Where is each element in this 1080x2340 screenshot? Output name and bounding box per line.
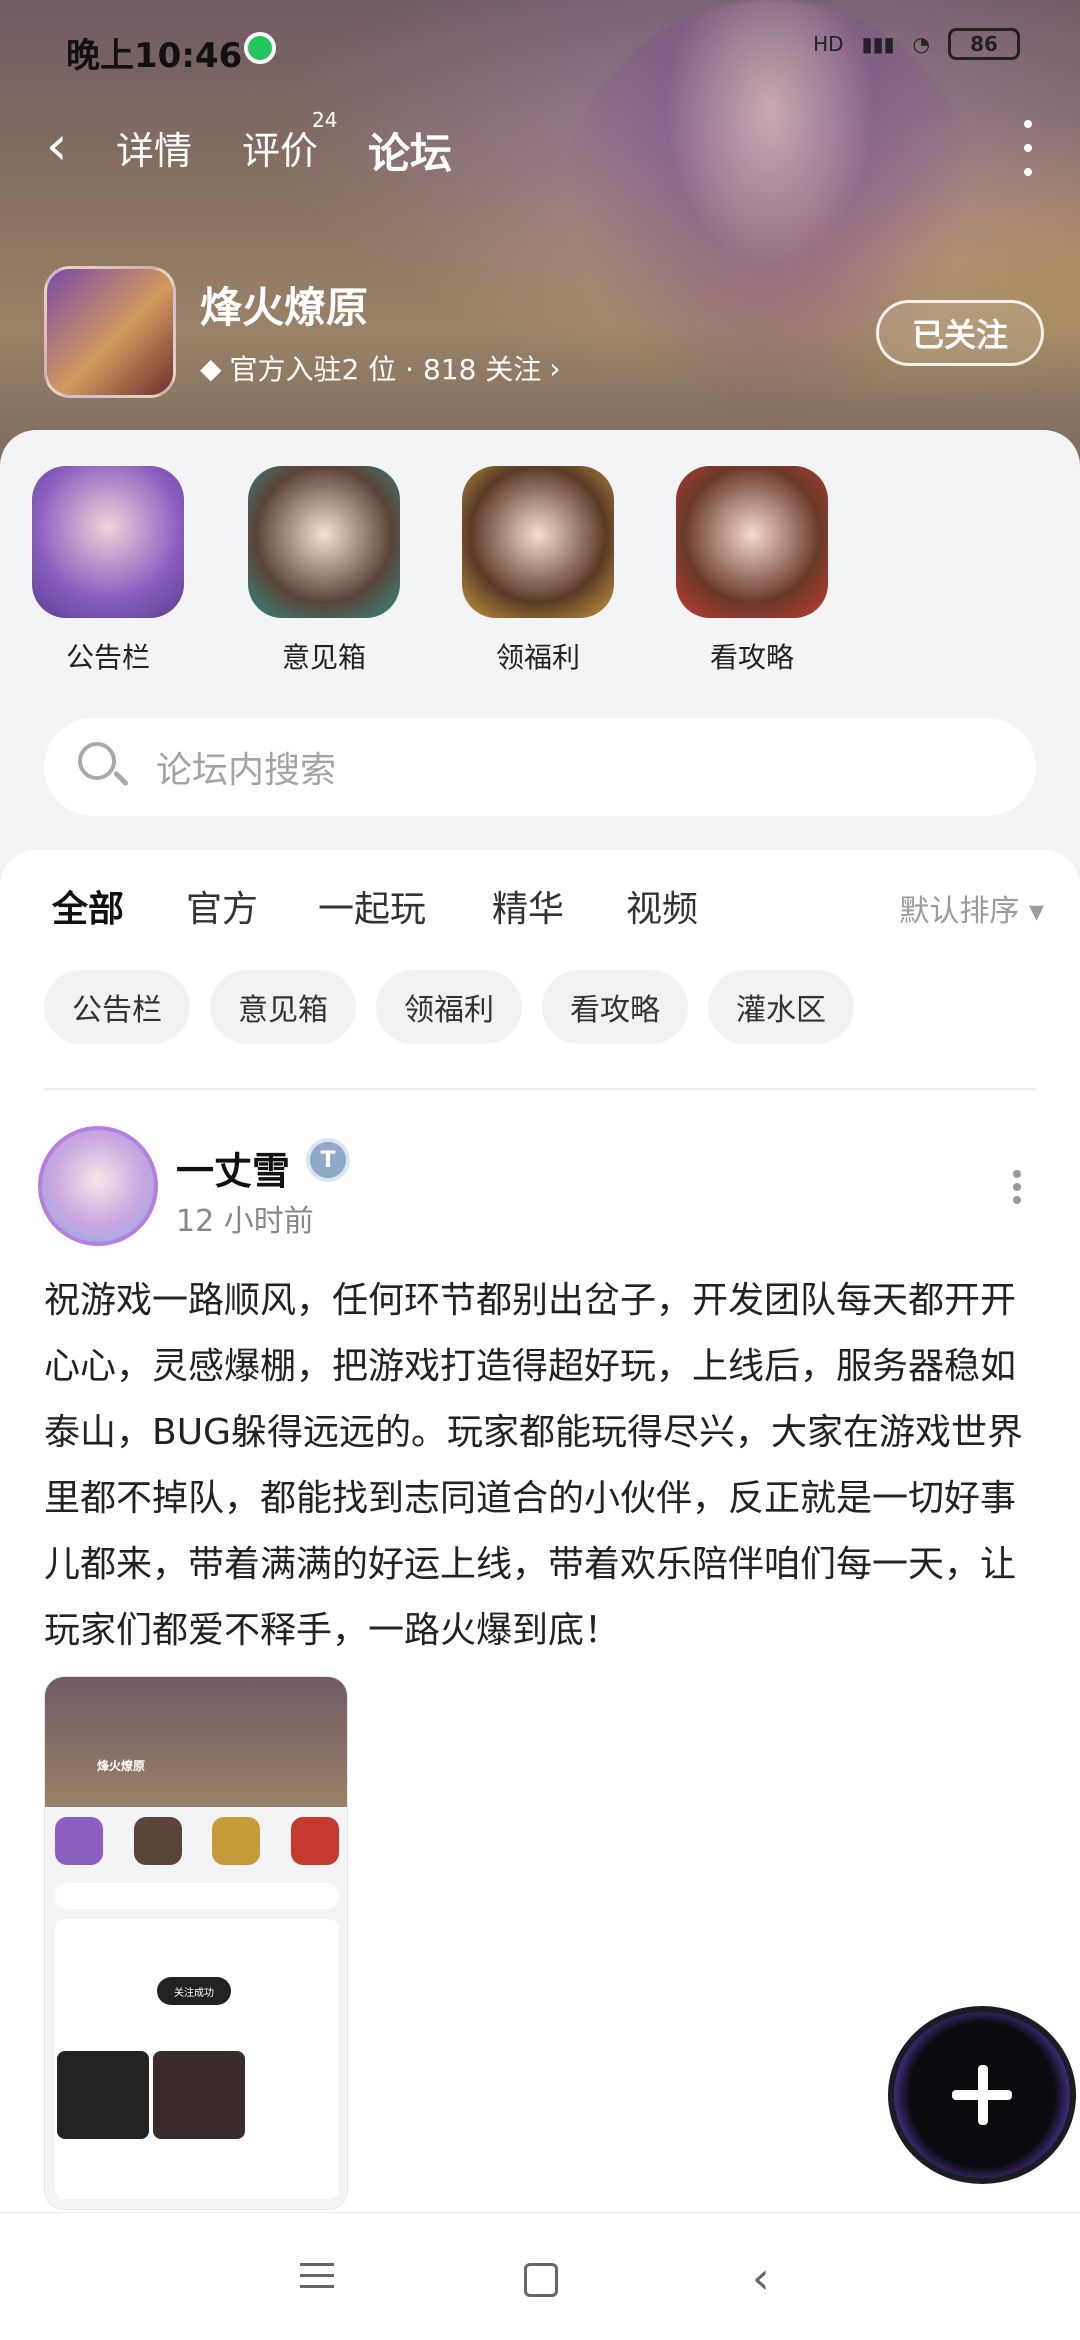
thumbnail-avatar xyxy=(290,1817,339,1865)
chip-chat[interactable]: 灌水区 xyxy=(708,970,854,1044)
chip-rewards[interactable]: 领福利 xyxy=(376,970,522,1044)
post-image-thumbnail[interactable]: 烽火燎原 关注成功 xyxy=(44,1676,348,2210)
thumbnail-avatar xyxy=(133,1817,182,1865)
chip-guides[interactable]: 看攻略 xyxy=(542,970,688,1044)
quick-link-guides[interactable]: 看攻略 xyxy=(672,466,832,676)
quick-link-feedback[interactable]: 意见箱 xyxy=(244,466,404,676)
more-vertical-icon[interactable] xyxy=(1016,120,1040,176)
search-placeholder: 论坛内搜索 xyxy=(156,750,337,791)
network-type: HD xyxy=(813,32,844,56)
signal-icon: ▮▮▮ xyxy=(861,32,895,56)
status-time: 晚上10:46 xyxy=(66,36,243,76)
chevron-right-icon: › xyxy=(549,351,561,385)
menu-icon[interactable] xyxy=(300,2255,350,2305)
author-badge-icon: T xyxy=(306,1138,350,1182)
forum-title: 烽火燎原 xyxy=(200,283,369,332)
tab-all[interactable]: 全部 xyxy=(52,880,124,936)
forum-avatar xyxy=(44,266,176,398)
filter-tabs: 全部 官方 一起玩 精华 视频 默认排序 ▾ xyxy=(0,880,1080,950)
top-navigation: ‹ 详情 评价 24 论坛 xyxy=(0,100,1080,190)
thumbnail-toast: 关注成功 xyxy=(157,1977,231,2005)
feedback-avatar xyxy=(248,466,400,618)
tab-details[interactable]: 详情 xyxy=(116,120,192,175)
system-navigation-bar: ‹ xyxy=(0,2212,1080,2340)
quick-link-label: 看攻略 xyxy=(709,641,794,674)
post-author-name[interactable]: 一丈雪 xyxy=(176,1140,290,1195)
thumbnail-header xyxy=(45,1677,347,1807)
tab-forum[interactable]: 论坛 xyxy=(368,120,453,189)
status-bar: 晚上10:46 HD ▮▮▮ ◔ 86 xyxy=(0,0,1080,100)
rewards-avatar xyxy=(462,466,614,618)
plus-icon xyxy=(952,2065,1012,2125)
post-time: 12 小时前 xyxy=(176,1204,314,1239)
thumbnail-image xyxy=(57,2051,149,2139)
battery-icon: 86 xyxy=(948,28,1020,60)
category-chips: 公告栏 意见箱 领福利 看攻略 灌水区 xyxy=(44,970,1044,1044)
status-icons: HD ▮▮▮ ◔ 86 xyxy=(813,28,1020,60)
follow-button[interactable]: 已关注 xyxy=(876,300,1044,366)
forum-meta[interactable]: ◆ 官方入驻2 位 · 818 关注 › xyxy=(200,348,561,388)
quick-link-label: 领福利 xyxy=(495,641,580,674)
back-nav-icon[interactable]: ‹ xyxy=(752,2255,802,2305)
battery-level: 86 xyxy=(970,32,998,56)
post-body[interactable]: 祝游戏一路顺风，任何环节都别出岔子，开发团队每天都开开心心，灵感爆棚，把游戏打造… xyxy=(44,1268,1034,1664)
search-icon xyxy=(76,740,130,794)
create-post-button[interactable] xyxy=(888,2006,1076,2184)
tab-official[interactable]: 官方 xyxy=(186,880,258,932)
wifi-icon: ◔ xyxy=(912,32,930,56)
tab-play-together[interactable]: 一起玩 xyxy=(318,880,426,932)
app-indicator-icon xyxy=(244,32,276,64)
post-more-icon[interactable] xyxy=(1012,1170,1022,1204)
thumbnail-title: 烽火燎原 xyxy=(97,1759,146,1773)
thumbnail-image xyxy=(153,2051,245,2139)
quick-link-rewards[interactable]: 领福利 xyxy=(458,466,618,676)
home-icon[interactable] xyxy=(524,2263,558,2297)
forum-info: 烽火燎原 ◆ 官方入驻2 位 · 818 关注 › 已关注 xyxy=(44,266,1044,406)
quick-links: 公告栏 意见箱 领福利 看攻略 xyxy=(0,466,1080,686)
thumbnail-avatar xyxy=(212,1817,261,1865)
chip-feedback[interactable]: 意见箱 xyxy=(210,970,356,1044)
quick-link-label: 公告栏 xyxy=(65,641,150,674)
divider xyxy=(44,1088,1036,1090)
thumbnail-avatars xyxy=(55,1817,339,1877)
tab-featured[interactable]: 精华 xyxy=(492,880,564,932)
caret-down-icon: ▾ xyxy=(1028,894,1044,929)
quick-link-announcements[interactable]: 公告栏 xyxy=(28,466,188,676)
sort-label: 默认排序 xyxy=(899,894,1020,929)
thumbnail-search xyxy=(55,1883,339,1909)
thumbnail-avatar xyxy=(55,1817,103,1865)
reviews-count-badge: 24 xyxy=(312,108,338,132)
announcement-avatar xyxy=(32,466,184,618)
forum-search-input[interactable]: 论坛内搜索 xyxy=(44,718,1036,816)
back-icon[interactable]: ‹ xyxy=(46,118,96,174)
tab-videos[interactable]: 视频 xyxy=(626,880,698,932)
diamond-icon: ◆ xyxy=(200,351,222,385)
guides-avatar xyxy=(676,466,828,618)
chip-announcements[interactable]: 公告栏 xyxy=(44,970,190,1044)
post-author-avatar[interactable] xyxy=(38,1126,158,1246)
quick-link-label: 意见箱 xyxy=(281,641,366,674)
sort-dropdown[interactable]: 默认排序 ▾ xyxy=(899,886,1044,930)
forum-meta-text: 官方入驻2 位 · 818 关注 xyxy=(229,353,542,386)
tab-reviews[interactable]: 评价 xyxy=(242,120,318,175)
